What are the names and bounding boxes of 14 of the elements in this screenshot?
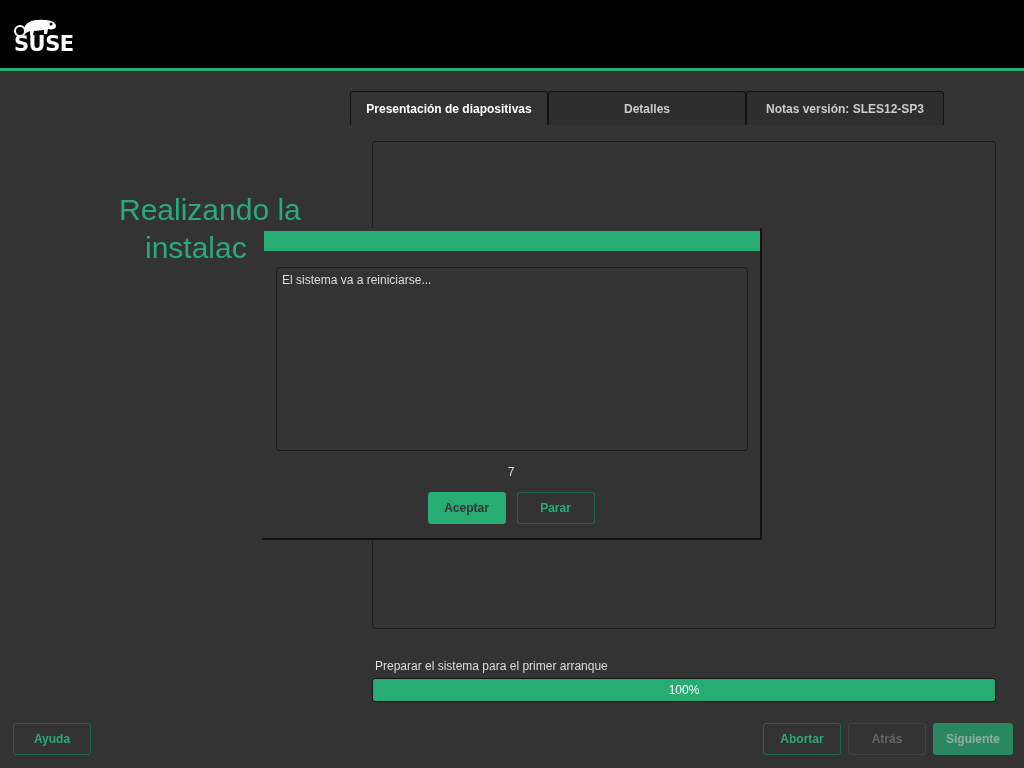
- dialog-button[interactable]: Parar: [516, 492, 595, 524]
- logo-text: SUSE: [14, 34, 74, 55]
- tab[interactable]: Notas versión: SLES12-SP3: [746, 91, 944, 125]
- progress-label: Preparar el sistema para el primer arranque: [375, 659, 609, 673]
- countdown: 7: [507, 465, 515, 479]
- dialog-button[interactable]: Aceptar: [427, 492, 506, 524]
- page-heading: Realizando la: [119, 192, 301, 228]
- progress-reading: 100%: [667, 682, 701, 699]
- tab[interactable]: Presentación de diapositivas: [350, 91, 548, 125]
- help-button[interactable]: Ayuda: [13, 723, 91, 755]
- page-heading: instalac: [145, 230, 247, 266]
- message-area: El sistema va a reiniciarse...: [276, 267, 748, 451]
- nav-button[interactable]: Abortar: [763, 723, 841, 755]
- tab[interactable]: Detalles: [548, 91, 746, 125]
